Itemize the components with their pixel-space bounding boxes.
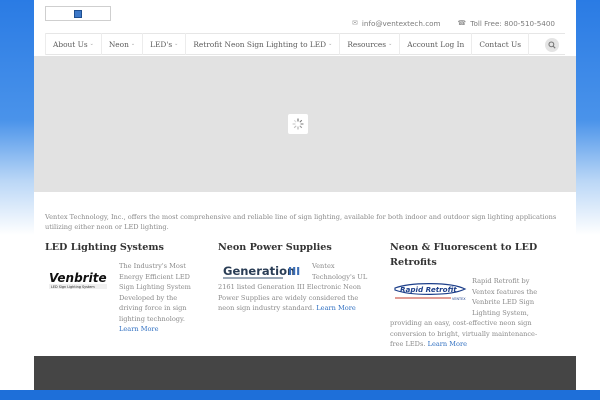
nav-label: Contact Us	[479, 39, 522, 49]
contact-bar: ✉ info@ventextech.com ☎ Toll Free: 800-5…	[352, 18, 555, 28]
footer	[34, 356, 576, 390]
venbrite-logo[interactable]: Venbrite LED Sign Lighting System	[47, 269, 109, 291]
learn-more-link[interactable]: Learn More	[119, 325, 158, 333]
learn-more-link[interactable]: Learn More	[428, 340, 467, 348]
phone-icon: ☎	[457, 19, 467, 27]
learn-more-link[interactable]: Learn More	[316, 304, 355, 312]
nav-item-account-log-in[interactable]: Account Log In	[400, 33, 473, 55]
chevron-down-icon: ⌄	[328, 41, 333, 47]
nav-label: Neon	[108, 39, 129, 49]
spinner-icon	[292, 118, 304, 130]
footer-bottom-strip	[0, 390, 600, 400]
logo-tagline: LED Sign Lighting System	[51, 285, 95, 289]
nav-label: Account Log In	[407, 39, 465, 49]
logo-image-icon	[74, 10, 82, 18]
nav-label: Retrofit Neon Sign Lighting to LED	[193, 39, 327, 49]
nav-item-neon[interactable]: Neon ⌄	[102, 33, 144, 55]
nav-item-resources[interactable]: Resources ⌄	[340, 33, 401, 55]
feature-column-retrofit: Neon & Fluorescent to LED Retrofits Rapi…	[390, 240, 550, 356]
column-text: Ventex Technology's UL 2161 listed Gener…	[218, 261, 376, 314]
feature-column-led: LED Lighting Systems Venbrite LED Sign L…	[45, 240, 205, 333]
nav-item-retrofit[interactable]: Retrofit Neon Sign Lighting to LED ⌄	[186, 33, 341, 55]
column-text: Rapid Retrofit by Ventex features the Ve…	[390, 276, 548, 350]
envelope-icon: ✉	[352, 19, 358, 27]
column-title: LED Lighting Systems	[45, 242, 164, 253]
loading-spinner	[288, 114, 308, 134]
chevron-down-icon: ⌄	[89, 41, 94, 47]
nav-label: Resources	[347, 39, 387, 49]
column-title: Neon Power Supplies	[218, 242, 332, 253]
nav-item-contact-us[interactable]: Contact Us	[472, 33, 530, 55]
chevron-down-icon: ⌄	[174, 41, 179, 47]
nav-item-about-us[interactable]: About Us ⌄	[45, 33, 102, 55]
feature-column-neon: Neon Power Supplies Generation III Vente…	[218, 240, 378, 321]
column-text: The Industry's Most Energy Efficient LED…	[119, 261, 199, 335]
intro-text: Ventex Technology, Inc., offers the most…	[45, 213, 557, 231]
nav-label: LED's	[150, 39, 173, 49]
nav-label: About Us	[53, 39, 88, 49]
site-logo[interactable]	[45, 6, 111, 21]
search-icon	[548, 41, 556, 49]
search-button[interactable]	[545, 38, 559, 52]
chevron-down-icon: ⌄	[130, 41, 136, 47]
hero-slider[interactable]	[34, 56, 576, 192]
contact-phone: Toll Free: 800-510-5400	[470, 18, 555, 28]
logo-text: Venbrite	[49, 271, 107, 285]
column-description: The Industry's Most Energy Efficient LED…	[119, 262, 191, 323]
main-nav: About Us ⌄ Neon ⌄ LED's ⌄ Retrofit Neon Sig…	[45, 33, 565, 55]
page-container: ✉ info@ventextech.com ☎ Toll Free: 800-5…	[34, 0, 576, 400]
column-title: Neon & Fluorescent to LED Retrofits	[390, 242, 538, 268]
chevron-down-icon: ⌄	[388, 41, 393, 47]
nav-item-leds[interactable]: LED's ⌄	[143, 33, 187, 55]
contact-email[interactable]: info@ventextech.com	[362, 19, 441, 28]
